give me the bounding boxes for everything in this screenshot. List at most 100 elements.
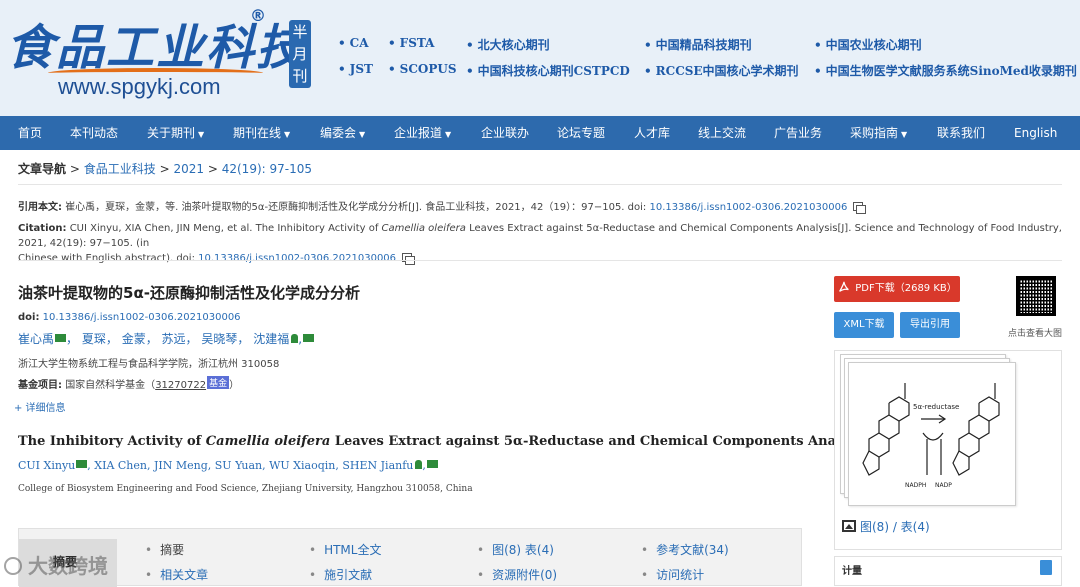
nav-editorial-board[interactable]: 编委会 ▼ [320,116,365,150]
index-cstpcd: 中国科技核心期刊CSTPCD [466,62,630,79]
nav-enterprise-report[interactable]: 企业报道 ▼ [394,116,451,150]
citation-en-doi-link[interactable]: 10.13386/j.issn1002-0306.2021030006 [198,253,396,264]
author-link[interactable]: XIA Chen [94,459,147,472]
chevron-down-icon: ▼ [901,130,908,139]
nav-purchase-guide[interactable]: 采购指南 ▼ [850,116,907,150]
breadcrumb-issue[interactable]: 42(19): 97-105 [222,162,312,176]
nav-online[interactable]: 期刊在线 ▼ [233,116,290,150]
nav-talent[interactable]: 人才库 [634,116,670,150]
main-nav: 首页 本刊动态 关于期刊 ▼ 期刊在线 ▼ 编委会 ▼ 企业报道 ▼ 企业联办 论坛专题… [0,116,1080,150]
author-link[interactable]: 吴晓琴 [201,332,237,346]
figure-caption[interactable]: 图(8) / 表(4) [842,518,930,535]
nav-online-exchange[interactable]: 线上交流 [698,116,746,150]
author-link[interactable]: SU Yuan [215,459,262,472]
xml-download-button[interactable]: XML下载 [834,312,894,338]
fund-number-link[interactable]: 31270722 [155,380,206,391]
watermark: 大数跨境 [4,550,108,579]
logo-url: www.spgykj.com [58,74,221,99]
molecule-diagram: 5α-reductase NADPH NADP [862,383,1000,489]
nav-forum[interactable]: 论坛专题 [557,116,605,150]
index-rccse: RCCSE中国核心学术期刊 [644,62,799,79]
breadcrumb-journal[interactable]: 食品工业科技 [84,162,156,176]
tab-references[interactable]: 参考文献(34) [641,541,729,558]
article-title-cn: 油茶叶提取物的5α-还原酶抑制活性及化学成分分析 [18,284,360,302]
nav-news[interactable]: 本刊动态 [70,116,118,150]
nav-about[interactable]: 关于期刊 ▼ [147,116,204,150]
detail-info-toggle[interactable]: + 详细信息 [14,399,66,414]
qr-code[interactable] [1016,276,1056,316]
mail-icon[interactable] [76,460,88,468]
tab-abstract[interactable]: 摘要 [145,541,184,558]
registered-mark: ® [250,6,266,25]
person-icon[interactable] [291,334,299,343]
chevron-down-icon: ▼ [198,130,205,139]
index-scopus: SCOPUS [388,62,457,76]
copy-icon[interactable] [853,202,867,214]
pdf-download-button[interactable]: PDF下载（2689 KB） [834,276,960,302]
tab-related[interactable]: 相关文章 [145,566,208,583]
mail-icon[interactable] [303,334,315,342]
tab-html-fulltext[interactable]: HTML全文 [309,541,381,558]
article-title-en: The Inhibitory Activity of Camellia olei… [18,434,869,449]
metrics-panel [834,556,1062,586]
person-icon[interactable] [415,460,423,469]
mail-icon[interactable] [55,334,67,342]
figure-cofactor-right: NADP [935,482,952,489]
tab-statistics[interactable]: 访问统计 [641,566,704,583]
nav-contact[interactable]: 联系我们 [937,116,985,150]
author-link[interactable]: CUI Xinyu [18,459,75,472]
export-citation-button[interactable]: 导出引用 [900,312,960,338]
index-pku-core: 北大核心期刊 [466,36,550,53]
figure-cofactor-left: NADPH [905,482,926,489]
nav-home[interactable]: 首页 [18,116,42,150]
citation-cn: 引用本文: 崔心禹，夏琛，金蒙，等. 油茶叶提取物的5α-还原酶抑制活性及化学成… [18,200,1062,215]
figure-thumbnail[interactable]: 5α-reductase NADPH NADP [848,362,1016,506]
citation-cn-doi-link[interactable]: 10.13386/j.issn1002-0306.2021030006 [649,202,847,213]
author-link[interactable]: 金蒙 [122,332,146,346]
index-agri-core: 中国农业核心期刊 [814,36,922,53]
site-header: 食品工业科技 ® www.spgykj.com 半月刊 CA FSTA 北大核心… [0,0,1080,116]
breadcrumb: 文章导航 > 食品工业科技 > 2021 > 42(19): 97-105 [18,162,312,176]
chevron-down-icon: ▼ [284,130,291,139]
fund-info: 基金项目: 国家自然科学基金（31270722 基金） [18,376,239,391]
tab-citing[interactable]: 施引文献 [309,566,372,583]
nav-enterprise-cooperation[interactable]: 企业联办 [481,116,529,150]
author-link[interactable]: 苏远 [162,332,186,346]
author-link[interactable]: JIN Meng [154,459,208,472]
nav-advertising[interactable]: 广告业务 [774,116,822,150]
tab-figures-tables[interactable]: 图(8) 表(4) [477,541,554,558]
divider [18,184,1062,185]
index-jst: JST [338,62,373,76]
fund-tag[interactable]: 基金 [207,376,230,389]
mail-icon[interactable] [426,460,438,468]
pdf-icon [839,281,850,292]
nav-english[interactable]: English [1014,116,1057,150]
author-link[interactable]: SHEN Jianfu [342,459,413,472]
breadcrumb-year[interactable]: 2021 [173,162,204,176]
figure-enzyme-label: 5α-reductase [913,403,959,411]
affiliation-en: College of Biosystem Engineering and Foo… [18,484,473,494]
affiliation-cn: 浙江大学生物系统工程与食品科学学院，浙江杭州 310058 [18,359,280,370]
metrics-label: 计量 [842,566,862,577]
index-sinomed: 中国生物医学文献服务系统SinoMed收录期刊 [814,62,1077,79]
qr-label: 点击查看大图 [1008,329,1063,339]
author-link[interactable]: 夏琛 [82,332,106,346]
index-ca: CA [338,36,369,50]
frequency-badge: 半月刊 [289,20,311,88]
chevron-down-icon: ▼ [445,130,452,139]
tab-attachments[interactable]: 资源附件(0) [477,566,557,583]
article-doi-link[interactable]: 10.13386/j.issn1002-0306.2021030006 [43,312,241,323]
divider [18,260,1062,261]
author-link[interactable]: 崔心禹 [18,332,54,346]
author-link[interactable]: 沈建福 [253,332,289,346]
authors-cn: 崔心禹， 夏琛， 金蒙， 苏远， 吴晓琴， 沈建福, [18,330,315,347]
image-icon [842,520,856,532]
chevron-down-icon: ▼ [359,130,366,139]
index-boutique: 中国精品科技期刊 [644,36,752,53]
watermark-logo-icon [4,557,22,575]
document-icon[interactable] [1040,560,1052,575]
authors-en: CUI Xinyu, XIA Chen, JIN Meng, SU Yuan, … [18,459,438,472]
author-link[interactable]: WU Xiaoqin [269,459,335,472]
article-doi: doi: 10.13386/j.issn1002-0306.2021030006 [18,312,241,323]
index-fsta: FSTA [388,36,435,50]
